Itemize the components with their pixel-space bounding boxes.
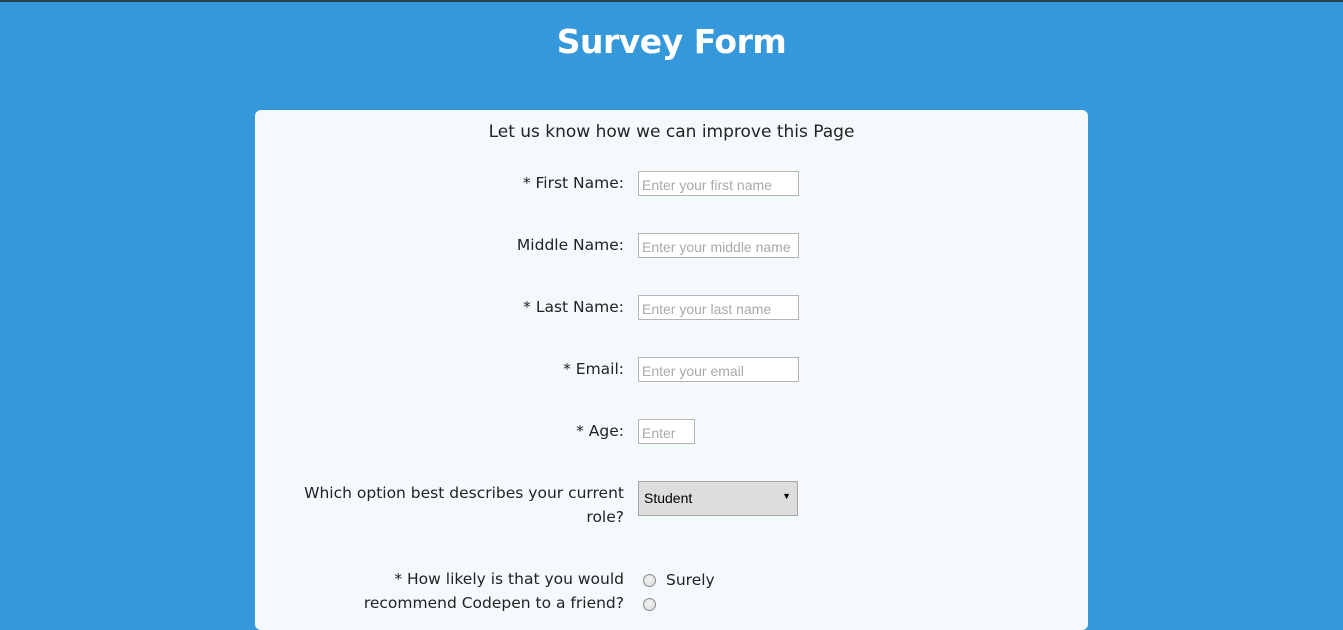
first-name-input[interactable]: [638, 171, 799, 196]
last-name-label: * Last Name:: [523, 298, 624, 316]
radio-button[interactable]: [643, 598, 656, 611]
role-selected-value: Student: [644, 490, 693, 506]
recommend-option-surely[interactable]: Surely: [643, 568, 715, 592]
survey-card: Let us know how we can improve this Page…: [255, 110, 1088, 630]
recommend-option-next[interactable]: [643, 598, 666, 611]
radio-button[interactable]: [643, 573, 656, 587]
age-input[interactable]: [638, 419, 695, 444]
role-label: Which option best describes your current…: [304, 484, 624, 526]
page-description: Let us know how we can improve this Page: [488, 122, 855, 142]
recommend-label: * How likely is that you would recommend…: [363, 570, 624, 612]
last-name-input[interactable]: [638, 295, 799, 320]
dropdown-arrow-icon: ▼: [782, 491, 791, 501]
email-label: * Email:: [563, 360, 624, 378]
role-select[interactable]: Student ▼: [638, 481, 798, 516]
radio-label: Surely: [666, 571, 715, 589]
age-label: * Age:: [576, 422, 624, 440]
email-input[interactable]: [638, 357, 799, 382]
page-title: Survey Form: [556, 22, 787, 61]
top-border: [0, 0, 1343, 2]
first-name-label: * First Name:: [522, 174, 624, 192]
middle-name-input[interactable]: [638, 233, 799, 258]
middle-name-label: Middle Name:: [516, 236, 624, 254]
